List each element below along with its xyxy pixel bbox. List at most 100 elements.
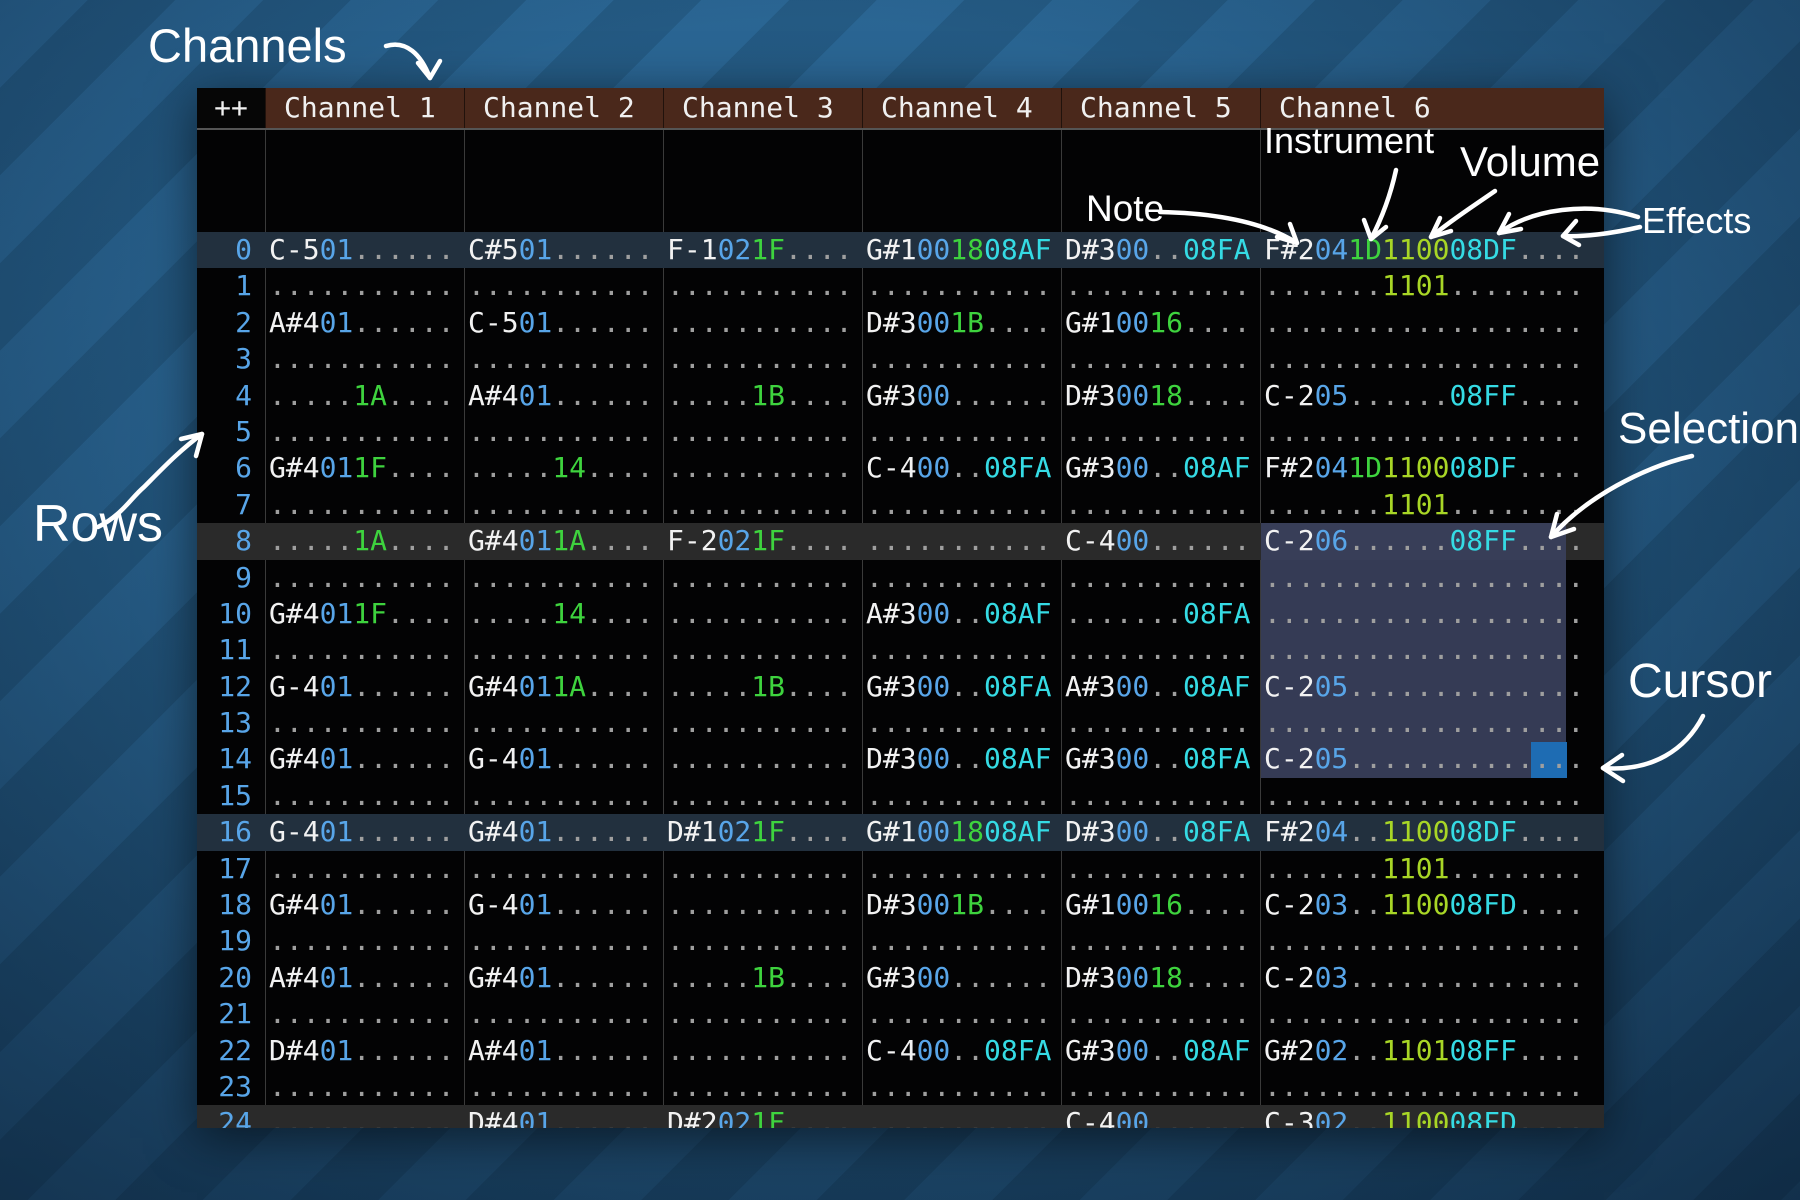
pattern-cell-ch1[interactable]: ........... (265, 851, 464, 887)
pattern-cell-ch2[interactable]: G#401...... (464, 960, 663, 996)
pattern-cell-ch6[interactable]: ................... (1260, 414, 1603, 450)
pattern-cell-ch3[interactable]: ........... (663, 414, 862, 450)
pattern-cell-ch1[interactable]: ........... (265, 560, 464, 596)
pattern-cell-ch1[interactable]: ........... (265, 341, 464, 377)
pattern-cell-ch6[interactable]: ................... (1260, 778, 1603, 814)
pattern-cell-ch6[interactable]: .......1101........ (1260, 268, 1603, 304)
pattern-cell-ch5[interactable]: G#10016.... (1061, 887, 1260, 923)
pattern-cell-ch6[interactable]: G#202..110108FF.... (1260, 1033, 1603, 1069)
pattern-cell-ch4[interactable]: G#300..08FA (862, 669, 1061, 705)
pattern-cell-ch6[interactable]: ................... (1260, 923, 1603, 959)
pattern-cell-ch2[interactable]: ........... (464, 487, 663, 523)
pattern-cell-ch2[interactable]: G#4011A.... (464, 669, 663, 705)
pattern-cell-ch1[interactable]: ........... (265, 487, 464, 523)
pattern-cell-ch3[interactable]: ........... (663, 632, 862, 668)
pattern-cell-ch3[interactable]: ........... (663, 1069, 862, 1105)
pattern-cell-ch5[interactable]: G#300..08AF (1061, 450, 1260, 486)
pattern-cell-ch3[interactable]: ........... (663, 596, 862, 632)
pattern-cell-ch4[interactable]: G#1001808AF (862, 232, 1061, 268)
pattern-cell-ch5[interactable]: ........... (1061, 996, 1260, 1032)
pattern-cell-ch5[interactable]: ........... (1061, 632, 1260, 668)
pattern-cell-ch3[interactable]: D#2021F.... (663, 1105, 862, 1128)
pattern-cell-ch1[interactable]: ........... (265, 632, 464, 668)
pattern-cell-ch3[interactable]: .....1B.... (663, 378, 862, 414)
pattern-cell-ch1[interactable]: G#4011F.... (265, 450, 464, 486)
pattern-cell-ch1[interactable]: G-401...... (265, 814, 464, 850)
pattern-cell-ch6[interactable]: C-203..110008FD.... (1260, 887, 1603, 923)
pattern-cell-ch1[interactable]: .....1A.... (265, 378, 464, 414)
pattern-cell-ch2[interactable]: G#4011A.... (464, 523, 663, 559)
pattern-cell-ch6[interactable]: ................... (1260, 705, 1603, 741)
pattern-cell-ch2[interactable]: ........... (464, 341, 663, 377)
pattern-cell-ch4[interactable]: D#300..08AF (862, 741, 1061, 777)
pattern-cell-ch1[interactable]: D#401...... (265, 1033, 464, 1069)
pattern-cell-ch2[interactable]: ........... (464, 268, 663, 304)
pattern-cell-ch5[interactable]: D#30018.... (1061, 378, 1260, 414)
pattern-cell-ch1[interactable]: ........... (265, 1069, 464, 1105)
pattern-cell-ch1[interactable]: ........... (265, 1105, 464, 1128)
pattern-cell-ch3[interactable]: ........... (663, 341, 862, 377)
pattern-cell-ch6[interactable]: C-203.............. (1260, 960, 1603, 996)
pattern-cell-ch3[interactable]: ........... (663, 923, 862, 959)
pattern-cell-ch2[interactable]: .....14.... (464, 596, 663, 632)
pattern-cell-ch3[interactable]: ........... (663, 741, 862, 777)
pattern-cell-ch6[interactable]: F#204..110008DF.... (1260, 814, 1603, 850)
pattern-cell-ch6[interactable]: ................... (1260, 596, 1603, 632)
pattern-cell-ch1[interactable]: G#401...... (265, 887, 464, 923)
pattern-cell-ch1[interactable]: ........... (265, 923, 464, 959)
pattern-cell-ch5[interactable]: ........... (1061, 341, 1260, 377)
pattern-cell-ch2[interactable]: A#401...... (464, 1033, 663, 1069)
pattern-cell-ch5[interactable]: .......08FA (1061, 596, 1260, 632)
pattern-cell-ch5[interactable]: ........... (1061, 1069, 1260, 1105)
pattern-cell-ch2[interactable]: ........... (464, 414, 663, 450)
pattern-cell-ch3[interactable]: .....1B.... (663, 669, 862, 705)
pattern-cell-ch5[interactable]: C-400...... (1061, 1105, 1260, 1128)
pattern-cell-ch4[interactable]: ........... (862, 487, 1061, 523)
pattern-cell-ch6[interactable]: ................... (1260, 560, 1603, 596)
pattern-cell-ch4[interactable]: D#3001B.... (862, 887, 1061, 923)
pattern-cell-ch2[interactable]: ........... (464, 996, 663, 1032)
pattern-cell-ch6[interactable]: .......1101........ (1260, 851, 1603, 887)
pattern-cell-ch4[interactable]: ........... (862, 414, 1061, 450)
channel-header-5[interactable]: Channel 5 (1061, 88, 1260, 128)
pattern-cell-ch2[interactable]: .....14.... (464, 450, 663, 486)
pattern-cell-ch1[interactable]: ........... (265, 996, 464, 1032)
channel-header-1[interactable]: Channel 1 (265, 88, 464, 128)
pattern-cell-ch1[interactable]: A#401...... (265, 960, 464, 996)
add-channel-button[interactable]: ++ (197, 88, 265, 128)
pattern-cell-ch4[interactable]: G#1001808AF (862, 814, 1061, 850)
pattern-cell-ch3[interactable]: ........... (663, 705, 862, 741)
pattern-cell-ch6[interactable]: C-205.............. (1260, 669, 1603, 705)
pattern-cell-ch5[interactable]: ........... (1061, 778, 1260, 814)
pattern-cell-ch4[interactable]: ........... (862, 560, 1061, 596)
pattern-cell-ch2[interactable]: ........... (464, 705, 663, 741)
pattern-cell-ch6[interactable]: ................... (1260, 341, 1603, 377)
pattern-cell-ch5[interactable]: G#300..08FA (1061, 741, 1260, 777)
pattern-cell-ch4[interactable]: D#3001B.... (862, 305, 1061, 341)
pattern-cell-ch2[interactable]: G-401...... (464, 741, 663, 777)
channel-header-2[interactable]: Channel 2 (464, 88, 663, 128)
pattern-cell-ch1[interactable]: ........... (265, 268, 464, 304)
pattern-cell-ch4[interactable]: C-400..08FA (862, 450, 1061, 486)
pattern-cell-ch4[interactable]: ........... (862, 705, 1061, 741)
pattern-cell-ch6[interactable]: F#2041D110008DF.... (1260, 232, 1603, 268)
pattern-cell-ch2[interactable]: ........... (464, 1069, 663, 1105)
pattern-cell-ch3[interactable]: ........... (663, 996, 862, 1032)
pattern-cell-ch5[interactable]: ........... (1061, 268, 1260, 304)
pattern-cell-ch4[interactable]: ........... (862, 778, 1061, 814)
pattern-cell-ch4[interactable]: G#300...... (862, 960, 1061, 996)
pattern-cell-ch5[interactable]: C-400...... (1061, 523, 1260, 559)
pattern-cell-ch5[interactable]: D#300..08FA (1061, 232, 1260, 268)
pattern-cell-ch6[interactable]: ................... (1260, 632, 1603, 668)
pattern-cell-ch4[interactable]: ........... (862, 851, 1061, 887)
pattern-cell-ch6[interactable]: ................... (1260, 305, 1603, 341)
pattern-cell-ch2[interactable]: G#401...... (464, 814, 663, 850)
pattern-cell-ch2[interactable]: C#501...... (464, 232, 663, 268)
pattern-cell-ch1[interactable]: ........... (265, 705, 464, 741)
pattern-cell-ch3[interactable]: F-1021F.... (663, 232, 862, 268)
pattern-cell-ch1[interactable]: G#4011F.... (265, 596, 464, 632)
pattern-cell-ch4[interactable]: C-400..08FA (862, 1033, 1061, 1069)
pattern-cell-ch1[interactable]: .....1A.... (265, 523, 464, 559)
pattern-cell-ch4[interactable]: ........... (862, 1069, 1061, 1105)
pattern-cell-ch6[interactable]: ................... (1260, 996, 1603, 1032)
